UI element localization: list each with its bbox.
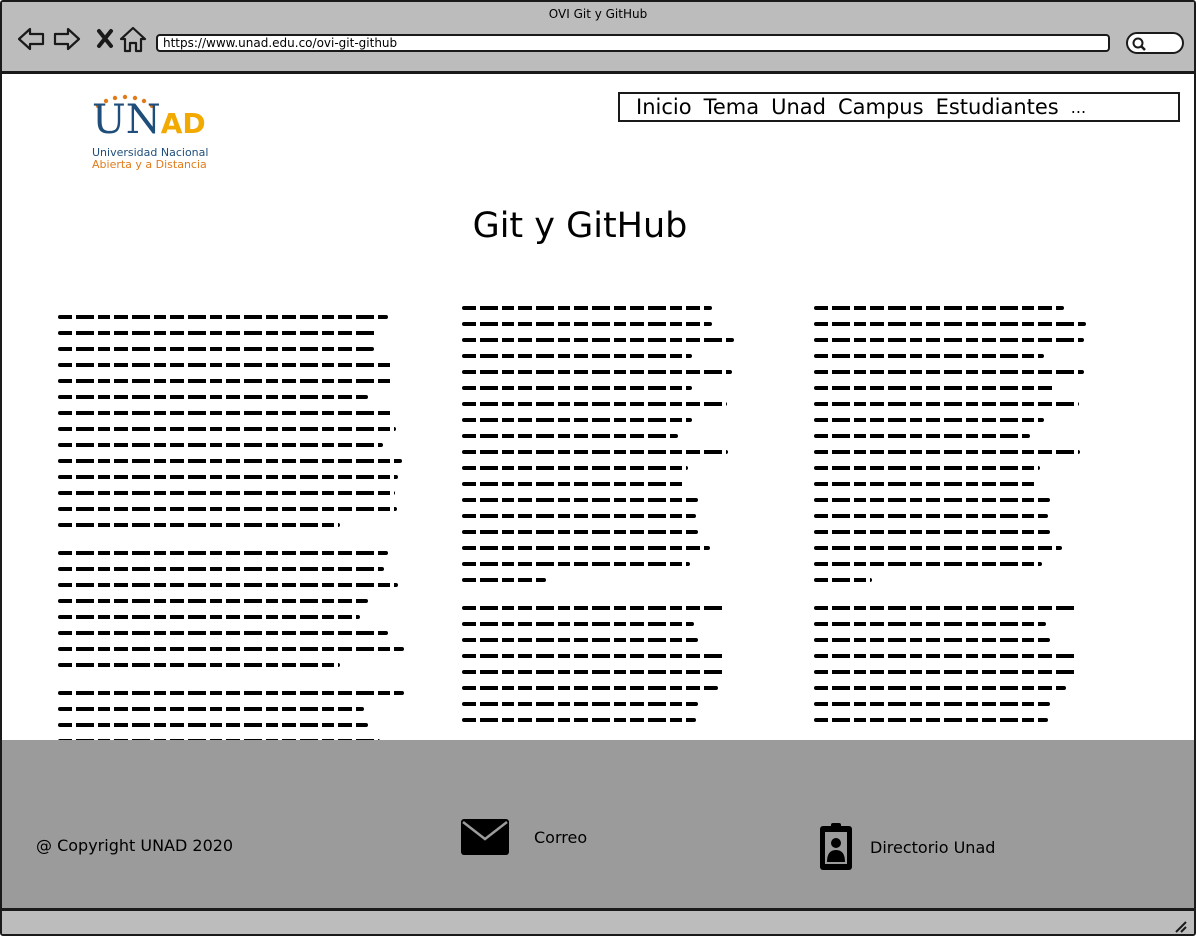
menu-item-inicio[interactable]: Inicio (636, 95, 692, 119)
text-column-2 (462, 306, 738, 746)
directory-link[interactable]: Directorio Unad (818, 822, 995, 872)
menu-item-tema[interactable]: Tema (704, 95, 760, 119)
menu-item-more[interactable]: ... (1071, 98, 1086, 117)
text-column-3 (814, 306, 1090, 746)
browser-status-bar (2, 908, 1194, 934)
search-field[interactable] (1126, 32, 1184, 54)
main-menu: Inicio Tema Unad Campus Estudiantes ... (618, 92, 1180, 122)
browser-toolbar: OVI Git y GitHub https://www.unad.edu.co… (2, 2, 1194, 74)
window-title: OVI Git y GitHub (548, 7, 648, 21)
resize-grip-icon[interactable] (1172, 918, 1188, 934)
directory-label: Directorio Unad (870, 837, 996, 857)
arrow-right-icon[interactable] (52, 24, 82, 54)
url-input[interactable]: https://www.unad.edu.co/ovi-git-github (156, 34, 1110, 52)
envelope-icon (461, 819, 509, 855)
contact-card-icon (820, 823, 852, 870)
menu-item-estudiantes[interactable]: Estudiantes (936, 95, 1059, 119)
text-paragraph (58, 551, 406, 667)
text-paragraph (58, 315, 406, 527)
text-column-1 (58, 315, 406, 767)
unad-logo[interactable]: UNAD Universidad Nacional Abierta y a Di… (90, 94, 245, 174)
search-icon (1132, 37, 1146, 51)
text-paragraph (814, 306, 1090, 582)
mail-label: Correo (534, 827, 588, 847)
logo-line-2: Abierta y a Distancia (92, 158, 207, 171)
page-title: Git y GitHub (472, 206, 688, 246)
menu-item-unad[interactable]: Unad (771, 95, 826, 119)
close-icon[interactable] (90, 24, 114, 54)
text-paragraph (462, 606, 738, 722)
page-footer: @ Copyright UNAD 2020 Correo Directorio … (2, 740, 1194, 908)
arrow-left-icon[interactable] (16, 24, 46, 54)
text-paragraph (58, 691, 406, 743)
text-paragraph (462, 306, 738, 582)
text-paragraph (814, 606, 1090, 722)
mail-link[interactable]: Correo (460, 818, 587, 856)
logo-brand: UNAD (92, 97, 206, 143)
copyright-text: @ Copyright UNAD 2020 (36, 836, 234, 855)
home-icon[interactable] (118, 24, 148, 54)
browser-window: OVI Git y GitHub https://www.unad.edu.co… (0, 0, 1196, 936)
menu-item-campus[interactable]: Campus (838, 95, 924, 119)
